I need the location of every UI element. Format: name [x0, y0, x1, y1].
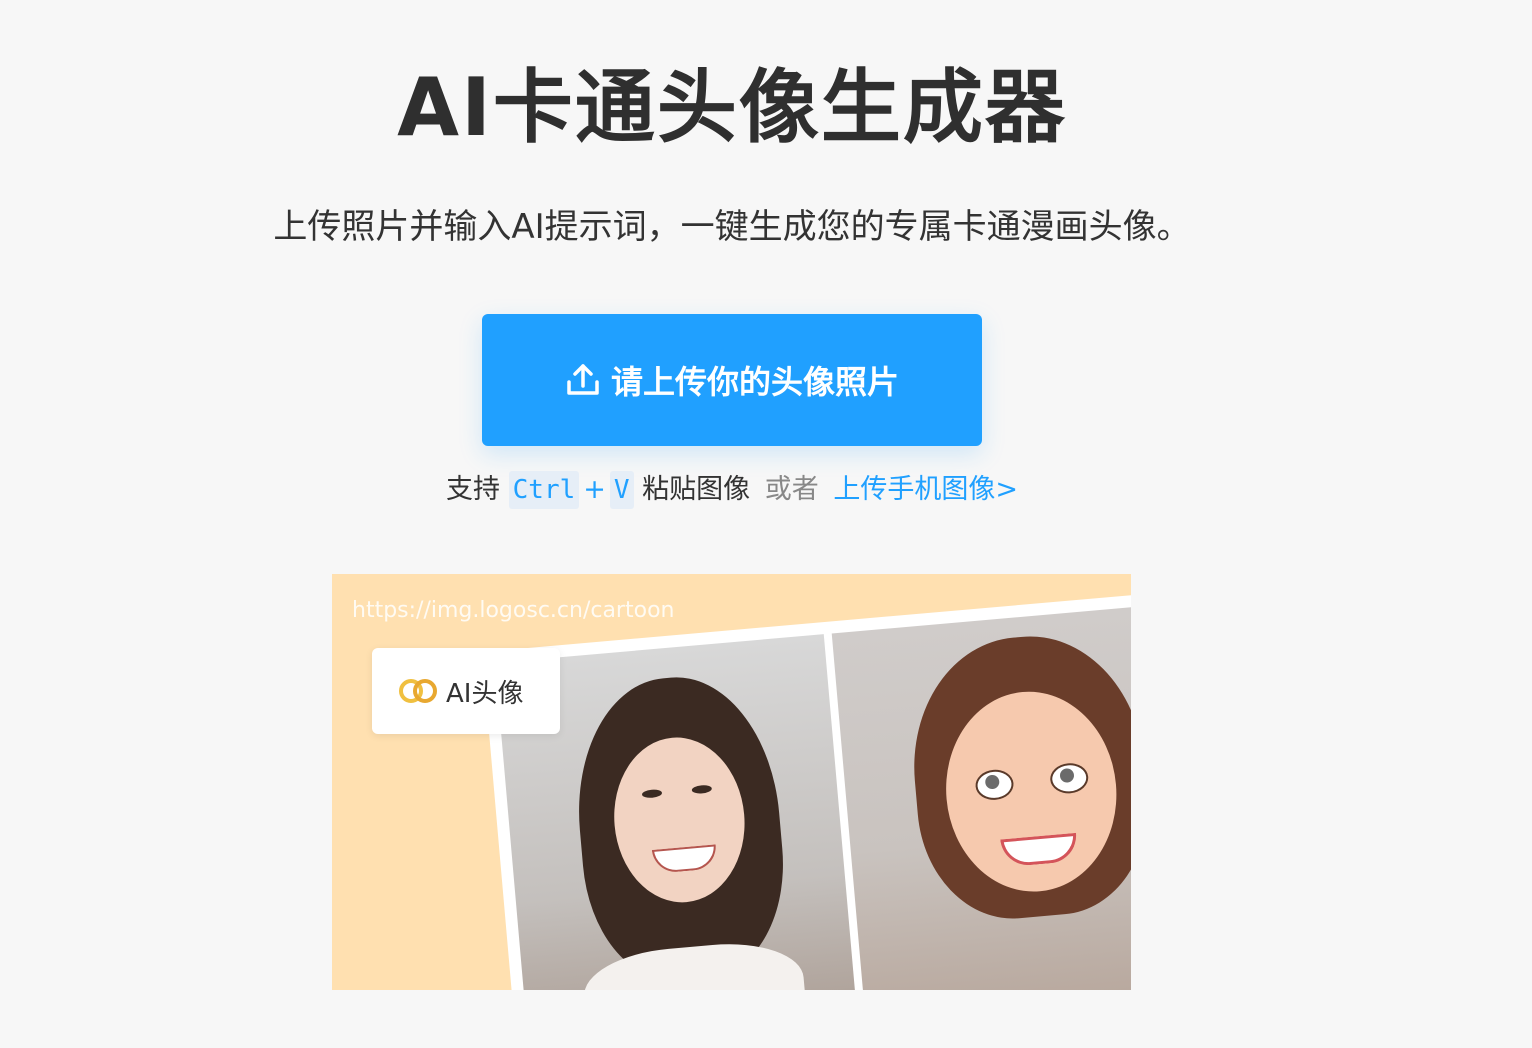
ctrl-key: Ctrl	[508, 471, 580, 509]
cartoon-photo	[831, 602, 1131, 990]
plus-sign: +	[583, 474, 606, 505]
ai-avatar-badge: AI头像	[372, 648, 560, 734]
hint-support-text: 支持	[446, 474, 501, 505]
page-subtitle: 上传照片并输入AI提示词，一键生成您的专属卡通漫画头像。	[273, 207, 1191, 247]
ai-avatar-logo-icon	[398, 676, 438, 706]
badge-label: AI头像	[446, 678, 524, 709]
paste-hint: 支持 Ctrl + V 粘贴图像 或者 上传手机图像>	[0, 470, 1464, 510]
page: AI卡通头像生成器 上传照片并输入AI提示词，一键生成您的专属卡通漫画头像。 请…	[0, 0, 1532, 1048]
hint-or-text: 或者	[764, 474, 819, 505]
upload-mobile-link[interactable]: 上传手机图像>	[833, 474, 1018, 505]
upload-photo-button[interactable]: 请上传你的头像照片	[482, 314, 982, 446]
demo-url-watermark: https://img.logosc.cn/cartoon	[352, 598, 675, 623]
demo-banner-image: https://img.logosc.cn/cartoon AI头像	[332, 574, 1131, 990]
upload-icon	[565, 362, 601, 398]
v-key: V	[609, 471, 634, 509]
upload-button-label: 请上传你的头像照片	[610, 363, 899, 401]
hint-paste-text: 粘贴图像	[642, 474, 751, 505]
demo-photo-frame	[482, 589, 1131, 990]
page-title: AI卡通头像生成器	[397, 61, 1067, 154]
